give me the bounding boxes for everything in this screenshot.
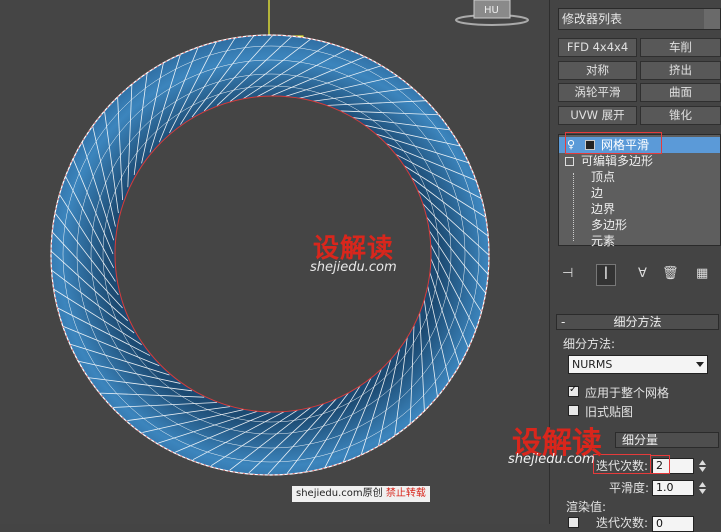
credit-banner: shejiedu.com原创 禁止转载 (292, 486, 430, 502)
watermark-url-panel: shejiedu.com (508, 452, 595, 467)
smoothness-label: 平滑度: (609, 481, 650, 495)
apply-whole-mesh-label: 应用于整个网格 (585, 386, 670, 400)
stack-item-label: 边界 (591, 202, 616, 216)
old-style-mapping-checkbox[interactable] (568, 405, 579, 416)
smoothness-spinner[interactable] (697, 480, 708, 496)
stack-item-label: 顶点 (591, 170, 616, 184)
stack-subitem-border[interactable]: 边界 (559, 201, 720, 217)
apply-whole-mesh-checkbox[interactable] (568, 384, 579, 397)
rollout-subdivision-method[interactable]: - 细分方法 (556, 314, 719, 330)
stack-item-label: 元素 (591, 234, 616, 248)
uvw-unwrap-button[interactable]: UVW 展开 (558, 106, 637, 125)
pin-stack-icon[interactable]: ⊣ (562, 266, 584, 286)
render-values-label: 渲染值: (566, 500, 607, 514)
remove-modifier-icon[interactable]: 🗑 (662, 266, 684, 286)
iterations-spinner[interactable] (697, 458, 708, 474)
subdiv-method-value: NURMS (572, 358, 613, 371)
torus-mesh (0, 0, 549, 524)
lathe-button[interactable]: 车削 (640, 38, 721, 57)
credit-warning: 禁止转载 (385, 488, 426, 499)
render-iterations-input[interactable]: 0 (652, 516, 694, 532)
tree-line (573, 173, 575, 241)
modifier-list-dropdown[interactable]: 修改器列表 (558, 8, 721, 30)
turbosmooth-button[interactable]: 涡轮平滑 (558, 83, 637, 102)
highlight-box (650, 455, 670, 474)
stack-item-label: 可编辑多边形 (581, 154, 654, 168)
extrude-button[interactable]: 挤出 (640, 61, 721, 80)
collapse-icon[interactable] (565, 157, 574, 166)
stack-toolbar: ⊣ | ∀ 🗑 ▦ (558, 262, 721, 288)
configure-sets-icon[interactable]: ▦ (696, 266, 718, 286)
stack-subitem-edge[interactable]: 边 (559, 185, 720, 201)
render-iterations-checkbox[interactable] (568, 517, 579, 528)
stack-subitem-polygon[interactable]: 多边形 (559, 217, 720, 233)
subdiv-method-label: 细分方法: (563, 337, 616, 351)
stack-item-label: 边 (591, 186, 604, 200)
chevron-down-icon (696, 362, 704, 367)
stack-subitem-element[interactable]: 元素 (559, 233, 720, 249)
modifier-list-label: 修改器列表 (562, 12, 623, 26)
watermark-url: shejiedu.com (310, 260, 397, 275)
rollout-subdivision-amount[interactable]: 细分量 (615, 432, 719, 448)
3d-viewport[interactable]: HU 设解读 shejiedu.com shejiedu.com原创 禁止转载 (0, 0, 549, 524)
chevron-down-icon[interactable] (704, 9, 720, 29)
symmetry-button[interactable]: 对称 (558, 61, 637, 80)
rollout-title: 细分方法 (613, 315, 662, 329)
stack-item-label: 多边形 (591, 218, 628, 232)
render-iterations-label: 迭代次数: (596, 516, 649, 530)
stack-subitem-vertex[interactable]: 顶点 (559, 169, 720, 185)
make-unique-icon[interactable]: ∀ (638, 266, 660, 286)
credit-text: shejiedu.com原创 (296, 488, 383, 499)
collapse-icon[interactable]: - (561, 315, 565, 329)
highlight-box (565, 132, 662, 154)
smoothness-input[interactable]: 1.0 (652, 480, 694, 496)
taper-button[interactable]: 锥化 (640, 106, 721, 125)
rollout-title: 细分量 (622, 433, 659, 447)
subdiv-method-select[interactable]: NURMS (568, 355, 708, 374)
ffd-button[interactable]: FFD 4x4x4 (558, 38, 637, 57)
surface-button[interactable]: 曲面 (640, 83, 721, 102)
viewport-canvas[interactable]: HU (0, 0, 549, 524)
stack-item-editable-poly[interactable]: 可编辑多边形 (559, 153, 720, 169)
show-end-result-icon[interactable]: | (596, 264, 616, 286)
